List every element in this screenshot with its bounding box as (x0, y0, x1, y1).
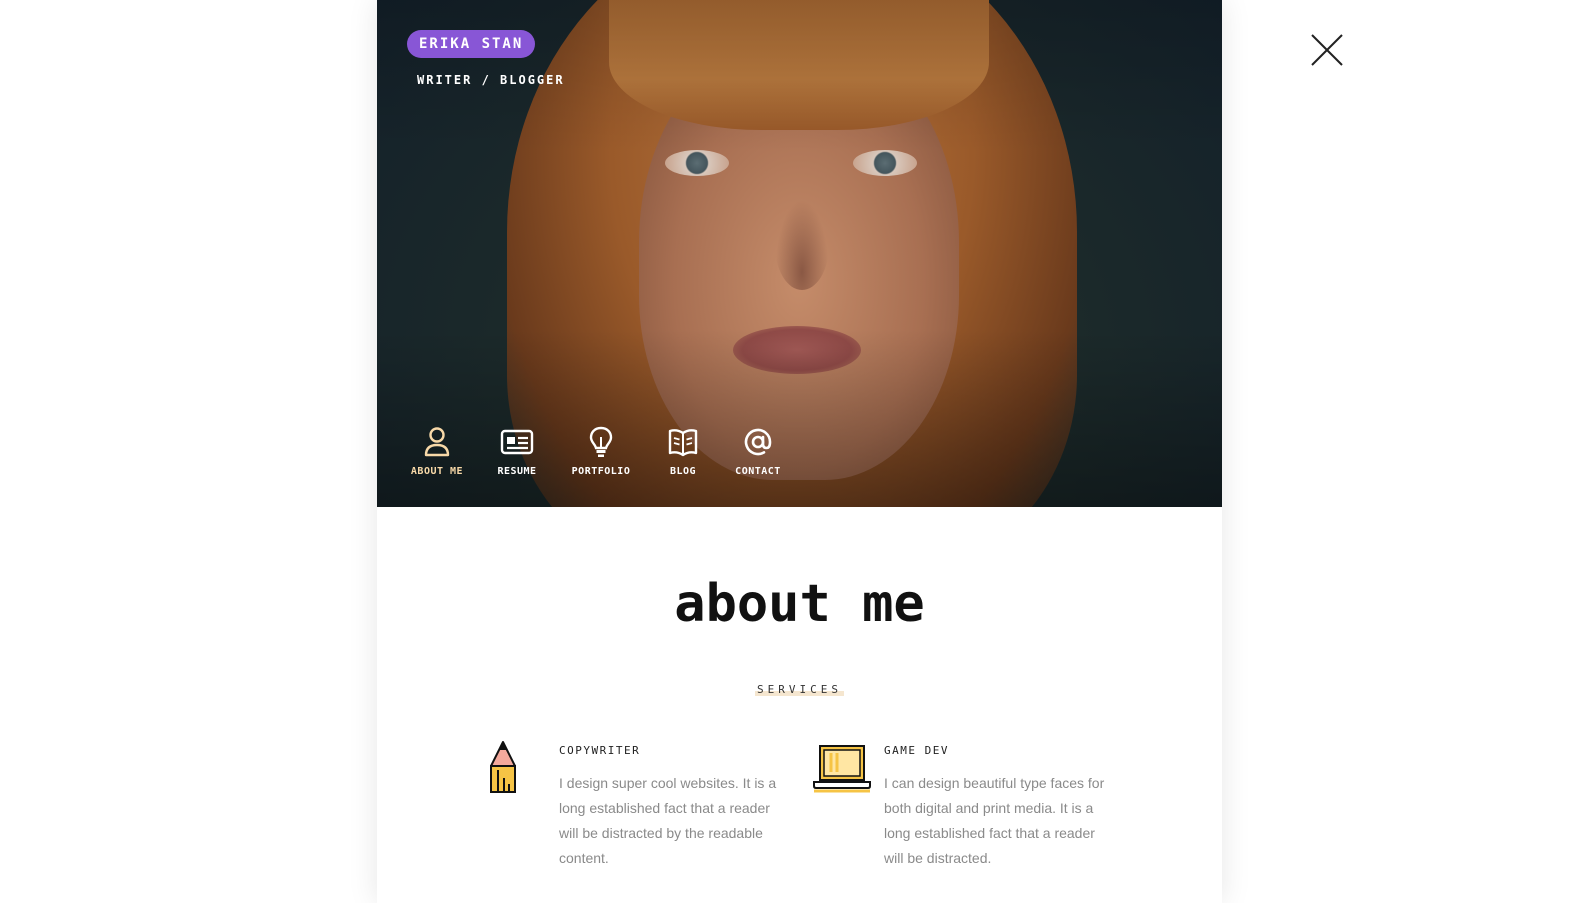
id-card-icon (499, 424, 535, 460)
tagline: WRITER / BLOGGER (417, 73, 565, 87)
name-badge: ERIKA STAN (407, 30, 536, 58)
nav-label: RESUME (497, 466, 537, 477)
close-icon (1311, 34, 1343, 66)
nav-item-about-me[interactable]: ABOUT ME (407, 424, 467, 477)
profile-card: ERIKA STAN WRITER / BLOGGER ABOUT ME RES… (377, 0, 1222, 903)
service-description: I can design beautiful type faces for bo… (884, 775, 1105, 866)
nav-label: ABOUT ME (410, 466, 464, 477)
service-item: COPYWRITER I design super cool websites.… (487, 740, 812, 871)
page-title: about me (674, 574, 925, 634)
section-label-text: SERVICES (755, 683, 844, 696)
nav-label: PORTFOLIO (571, 466, 631, 477)
nav-label: BLOG (669, 466, 697, 477)
lightbulb-icon (583, 424, 619, 460)
nav-item-portfolio[interactable]: PORTFOLIO (567, 424, 635, 477)
service-item: GAME DEV I can design beautiful type fac… (812, 740, 1137, 871)
service-description: I design super cool websites. It is a lo… (559, 775, 777, 866)
main-nav: ABOUT ME RESUME PORTFOLIO BLOG CONTACT (407, 424, 785, 477)
laptop-icon (812, 740, 872, 800)
service-title: COPYWRITER (559, 744, 641, 757)
hero-section: ERIKA STAN WRITER / BLOGGER ABOUT ME RES… (377, 0, 1222, 507)
person-icon (419, 424, 455, 460)
close-button[interactable] (1310, 33, 1344, 67)
nav-item-blog[interactable]: BLOG (635, 424, 731, 477)
nav-label: CONTACT (735, 466, 781, 477)
open-book-icon (665, 424, 701, 460)
services-list: COPYWRITER I design super cool websites.… (487, 740, 1137, 871)
nav-item-resume[interactable]: RESUME (467, 424, 567, 477)
section-label: SERVICES (377, 683, 1222, 696)
pencil-icon (487, 740, 547, 800)
at-sign-icon (740, 424, 776, 460)
service-title: GAME DEV (884, 744, 949, 757)
nav-item-contact[interactable]: CONTACT (731, 424, 785, 477)
